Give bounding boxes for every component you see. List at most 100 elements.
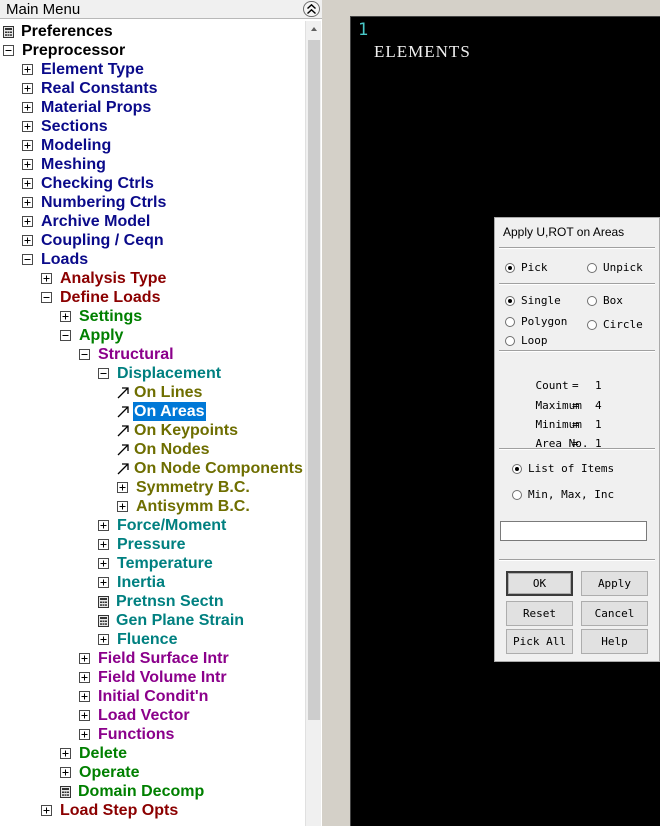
- menu-item-initial-condit-n[interactable]: Initial Condit'n: [79, 687, 209, 706]
- menu-item-settings[interactable]: Settings: [60, 307, 143, 326]
- arrow-pick-icon: [117, 463, 129, 475]
- menu-item-load-step-opts[interactable]: Load Step Opts: [41, 801, 179, 820]
- menu-item-label: Displacement: [117, 365, 222, 382]
- reset-button[interactable]: Reset: [506, 601, 573, 626]
- menu-scrollbar[interactable]: [305, 21, 321, 826]
- menu-item-preferences[interactable]: Preferences: [3, 22, 114, 41]
- menu-item-checking-ctrls[interactable]: Checking Ctrls: [22, 174, 155, 193]
- loop-radio[interactable]: Loop: [505, 334, 548, 347]
- menu-item-label: Operate: [79, 764, 140, 781]
- expand-icon: [22, 178, 33, 189]
- radio-icon: [587, 319, 597, 330]
- pick-all-button[interactable]: Pick All: [506, 629, 573, 654]
- main-menu-panel: Main Menu Preferences Preprocessor Element…: [0, 0, 326, 826]
- menu-item-preprocessor[interactable]: Preprocessor: [3, 41, 126, 60]
- menu-item-define-loads[interactable]: Define Loads: [41, 288, 161, 307]
- menu-item-apply[interactable]: Apply: [60, 326, 124, 345]
- menu-tree: Preferences Preprocessor Element Type Real …: [0, 22, 305, 826]
- menu-item-on-lines[interactable]: On Lines: [116, 383, 203, 402]
- menu-item-operate[interactable]: Operate: [60, 763, 140, 782]
- menu-item-element-type[interactable]: Element Type: [22, 60, 145, 79]
- calculator-icon: [3, 25, 14, 38]
- divider: [499, 283, 655, 285]
- menu-item-label: Pressure: [117, 536, 186, 553]
- menu-item-label: Structural: [98, 346, 174, 363]
- menu-item-material-props[interactable]: Material Props: [22, 98, 152, 117]
- polygon-radio[interactable]: Polygon: [505, 315, 567, 328]
- expand-icon: [22, 216, 33, 227]
- ok-button[interactable]: OK: [506, 571, 573, 596]
- menu-item-label: Preferences: [21, 23, 113, 40]
- menu-item-label: Gen Plane Strain: [116, 612, 245, 629]
- area-number-readout: Area No. = 1: [535, 437, 602, 450]
- menu-item-label: Loads: [41, 251, 89, 268]
- menu-item-archive-model[interactable]: Archive Model: [22, 212, 151, 231]
- menu-item-label: Initial Condit'n: [98, 688, 209, 705]
- calculator-icon: [98, 614, 109, 627]
- expand-icon: [22, 140, 33, 151]
- menu-item-delete[interactable]: Delete: [60, 744, 128, 763]
- menu-item-antisymm-b-c[interactable]: Antisymm B.C.: [117, 497, 251, 516]
- scroll-up-arrow-icon[interactable]: [306, 21, 322, 38]
- expand-icon: [79, 710, 90, 721]
- list-of-items-radio[interactable]: List of Items: [512, 462, 614, 475]
- menu-item-displacement[interactable]: Displacement: [98, 364, 222, 383]
- menu-item-label: Antisymm B.C.: [136, 498, 250, 515]
- pick-radio[interactable]: Pick: [505, 261, 548, 274]
- menu-item-structural[interactable]: Structural: [79, 345, 175, 364]
- menu-item-meshing[interactable]: Meshing: [22, 155, 107, 174]
- expand-icon: [79, 729, 90, 740]
- menu-item-pressure[interactable]: Pressure: [98, 535, 187, 554]
- help-button[interactable]: Help: [581, 629, 648, 654]
- expand-icon: [98, 577, 109, 588]
- menu-item-label: Meshing: [41, 156, 106, 173]
- menu-item-functions[interactable]: Functions: [79, 725, 175, 744]
- menu-item-field-volume-intr[interactable]: Field Volume Intr: [79, 668, 228, 687]
- menu-item-pretnsn-sectn[interactable]: Pretnsn Sectn: [98, 592, 225, 611]
- radio-icon: [505, 316, 515, 327]
- collapse-menu-button[interactable]: [303, 1, 320, 17]
- radio-selected-icon: [505, 295, 515, 306]
- menu-item-numbering-ctrls[interactable]: Numbering Ctrls: [22, 193, 167, 212]
- unpick-radio[interactable]: Unpick: [587, 261, 643, 274]
- radio-icon: [512, 489, 522, 500]
- scrollbar-thumb[interactable]: [308, 40, 320, 720]
- pick-list-input[interactable]: [500, 521, 647, 541]
- menu-item-coupling-ceqn[interactable]: Coupling / Ceqn: [22, 231, 165, 250]
- menu-item-label: Sections: [41, 118, 108, 135]
- menu-item-label: Field Surface Intr: [98, 650, 229, 667]
- menu-item-on-keypoints[interactable]: On Keypoints: [116, 421, 239, 440]
- menu-item-domain-decomp[interactable]: Domain Decomp: [60, 782, 205, 801]
- menu-item-on-areas[interactable]: On Areas: [116, 402, 206, 421]
- single-radio[interactable]: Single: [505, 294, 561, 307]
- menu-item-label: On Keypoints: [134, 422, 239, 439]
- circle-radio[interactable]: Circle: [587, 318, 643, 331]
- menu-item-label: Inertia: [117, 574, 166, 591]
- menu-item-real-constants[interactable]: Real Constants: [22, 79, 158, 98]
- panel-splitter[interactable]: [322, 0, 350, 826]
- menu-item-force-moment[interactable]: Force/Moment: [98, 516, 227, 535]
- arrow-pick-icon: [117, 387, 129, 399]
- menu-item-temperature[interactable]: Temperature: [98, 554, 214, 573]
- menu-item-on-node-components[interactable]: On Node Components: [116, 459, 304, 478]
- box-radio[interactable]: Box: [587, 294, 623, 307]
- cancel-button[interactable]: Cancel: [581, 601, 648, 626]
- menu-item-on-nodes[interactable]: On Nodes: [116, 440, 211, 459]
- menu-item-modeling[interactable]: Modeling: [22, 136, 112, 155]
- menu-item-symmetry-b-c[interactable]: Symmetry B.C.: [117, 478, 251, 497]
- apply-button[interactable]: Apply: [581, 571, 648, 596]
- menu-item-label: Modeling: [41, 137, 112, 154]
- menu-item-fluence[interactable]: Fluence: [98, 630, 178, 649]
- menu-item-label: Settings: [79, 308, 143, 325]
- menu-item-gen-plane-strain[interactable]: Gen Plane Strain: [98, 611, 245, 630]
- menu-item-sections[interactable]: Sections: [22, 117, 109, 136]
- menu-item-loads[interactable]: Loads: [22, 250, 89, 269]
- dialog-title: Apply U,ROT on Areas: [503, 225, 625, 239]
- divider: [499, 448, 655, 450]
- menu-item-load-vector[interactable]: Load Vector: [79, 706, 191, 725]
- menu-item-analysis-type[interactable]: Analysis Type: [41, 269, 167, 288]
- menu-item-inertia[interactable]: Inertia: [98, 573, 166, 592]
- menu-item-label: On Areas: [133, 402, 206, 421]
- menu-item-field-surface-intr[interactable]: Field Surface Intr: [79, 649, 230, 668]
- min-max-inc-radio[interactable]: Min, Max, Inc: [512, 488, 614, 501]
